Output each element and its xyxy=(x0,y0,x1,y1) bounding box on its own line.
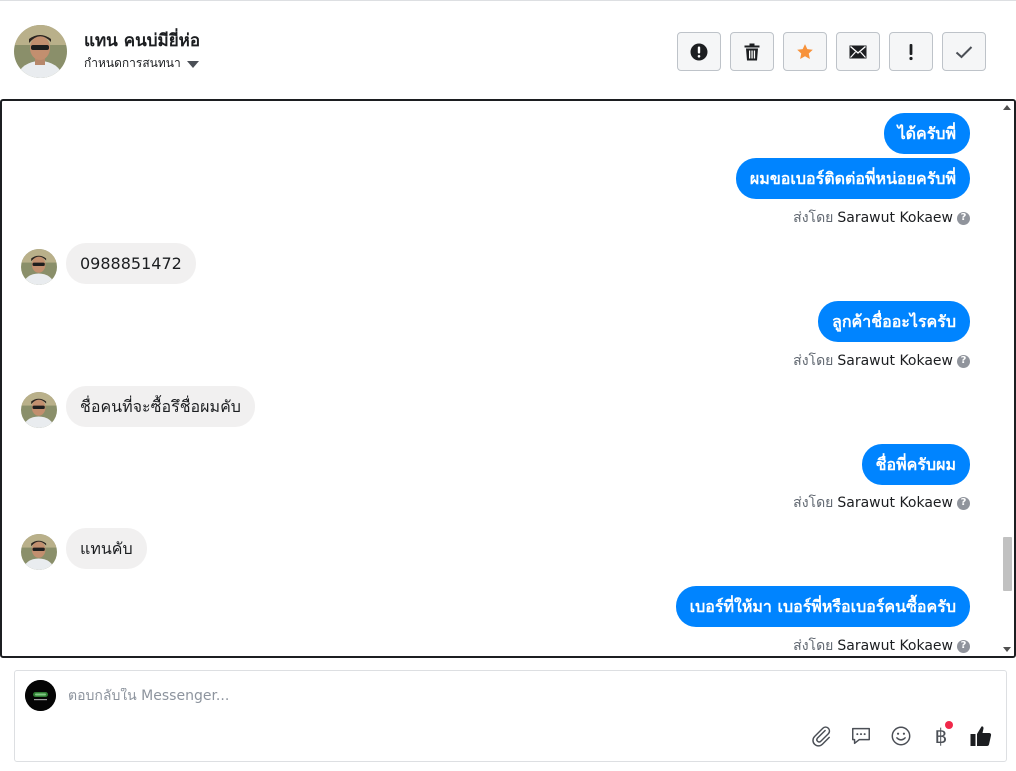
caret-down-icon xyxy=(186,61,199,68)
outgoing-message: ชื่อพี่ครับผม xyxy=(861,444,970,485)
exclamation-circle-icon xyxy=(690,43,708,60)
trash-icon xyxy=(744,43,760,60)
sent-by-label: ส่งโดย Sarawut Kokaew ? xyxy=(793,635,970,656)
notification-dot xyxy=(945,721,953,729)
question-icon[interactable]: ? xyxy=(957,496,970,510)
paperclip-icon xyxy=(812,726,831,747)
conversation-header: แทน คนบ่มียี่ห่อ กำหนดการสนทนา xyxy=(0,0,1016,100)
contact-name[interactable]: แทน คนบ่มียี่ห่อ xyxy=(84,27,200,54)
incoming-message: 0988851472 xyxy=(66,243,196,284)
sent-by-name: Sarawut Kokaew xyxy=(837,210,953,226)
envelope-icon xyxy=(849,45,867,58)
outgoing-message: ผมขอเบอร์ติดต่อพี่หน่อยครับพี่ xyxy=(735,158,970,199)
star-icon xyxy=(797,43,813,59)
scroll-up-arrow-icon[interactable] xyxy=(1003,105,1011,110)
sent-by-name: Sarawut Kokaew xyxy=(837,495,953,511)
conversation-settings-label: กำหนดการสนทนา xyxy=(84,56,181,70)
incoming-message: ชื่อคนที่จะซื้อรึชื่อผมคับ xyxy=(66,386,255,427)
contact-avatar-small[interactable] xyxy=(21,534,57,570)
sent-by-prefix: ส่งโดย xyxy=(793,210,834,226)
page-avatar xyxy=(25,680,56,711)
emoji-button[interactable] xyxy=(888,723,914,749)
sent-by-label: ส่งโดย Sarawut Kokaew ? xyxy=(793,492,970,514)
outgoing-message: เบอร์ที่ให้มา เบอร์พี่หรือเบอร์คนซื้อครั… xyxy=(675,586,970,627)
sent-by-prefix: ส่งโดย xyxy=(793,353,834,369)
follow-up-button[interactable] xyxy=(889,32,933,71)
outgoing-message: ได้ครับพี่ xyxy=(883,113,970,154)
contact-avatar-small[interactable] xyxy=(21,249,57,285)
smiley-icon xyxy=(891,726,911,746)
done-button[interactable] xyxy=(942,32,986,71)
sent-by-label: ส่งโดย Sarawut Kokaew ? xyxy=(793,207,970,229)
sent-by-prefix: ส่งโดย xyxy=(793,495,834,511)
sent-by-prefix: ส่งโดย xyxy=(793,638,834,654)
delete-button[interactable] xyxy=(730,32,774,71)
thumbs-up-icon xyxy=(970,726,992,746)
composer-tools: ฿ xyxy=(808,721,994,749)
reply-composer: ฿ xyxy=(14,670,1007,762)
payment-button[interactable]: ฿ xyxy=(928,721,954,749)
scrollbar-thumb[interactable] xyxy=(1003,537,1012,591)
question-icon[interactable]: ? xyxy=(957,211,970,225)
scroll-down-arrow-icon[interactable] xyxy=(1003,647,1011,652)
conversation-actions xyxy=(677,32,986,71)
conversation-settings-dropdown[interactable]: กำหนดการสนทนา xyxy=(84,54,199,73)
reply-input[interactable] xyxy=(68,688,768,704)
sent-by-label: ส่งโดย Sarawut Kokaew ? xyxy=(793,350,970,372)
question-icon[interactable]: ? xyxy=(957,639,970,653)
check-icon xyxy=(955,45,973,58)
like-button[interactable] xyxy=(968,723,994,749)
exclamation-icon xyxy=(909,43,913,60)
saved-replies-button[interactable] xyxy=(848,723,874,749)
message-thread[interactable]: ได้ครับพี่ ผมขอเบอร์ติดต่อพี่หน่อยครับพี… xyxy=(0,99,1016,658)
sent-by-name: Sarawut Kokaew xyxy=(837,638,953,654)
contact-avatar[interactable] xyxy=(14,25,67,78)
mark-unread-button[interactable] xyxy=(836,32,880,71)
chat-bubble-icon xyxy=(852,727,870,745)
star-button[interactable] xyxy=(783,32,827,71)
sent-by-name: Sarawut Kokaew xyxy=(837,353,953,369)
outgoing-message: ลูกค้าชื่ออะไรครับ xyxy=(818,301,970,342)
message-scrollbar[interactable] xyxy=(1000,101,1014,656)
baht-icon: ฿ xyxy=(934,724,948,748)
contact-avatar-small[interactable] xyxy=(21,392,57,428)
spam-button[interactable] xyxy=(677,32,721,71)
incoming-message: แทนคับ xyxy=(66,528,147,569)
question-icon[interactable]: ? xyxy=(957,354,970,368)
attach-button[interactable] xyxy=(808,723,834,749)
